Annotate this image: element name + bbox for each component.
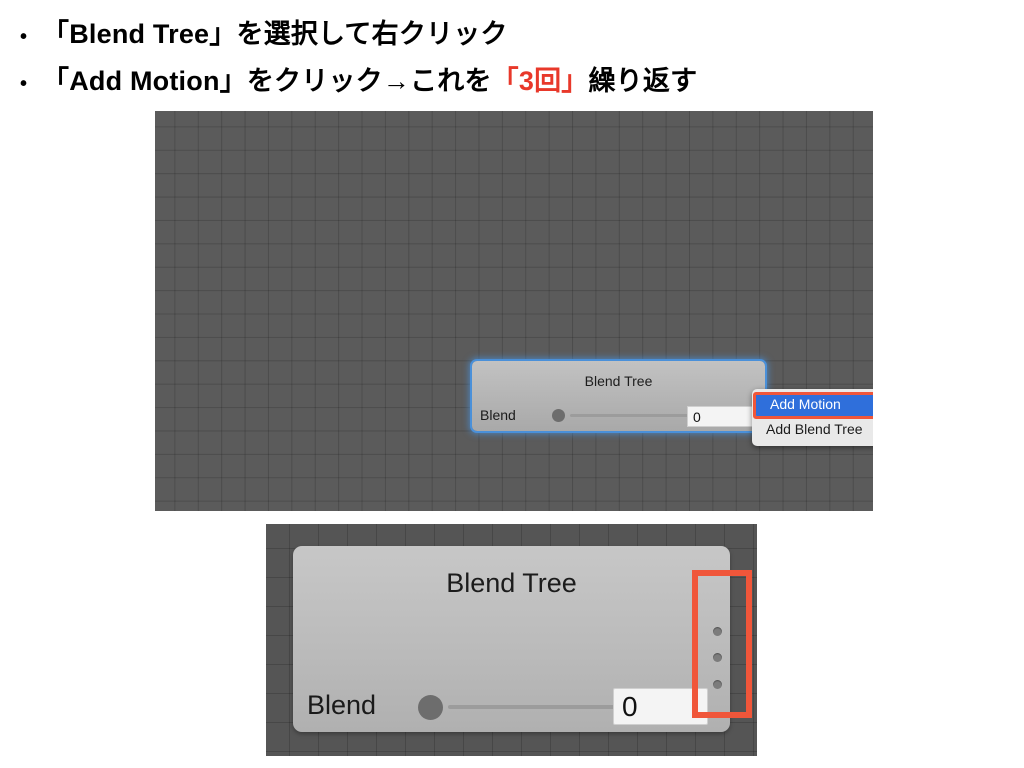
blend-tree-node-title-zoomed: Blend Tree <box>446 568 577 598</box>
blend-tree-node[interactable]: Blend Tree Blend 0 <box>472 361 765 431</box>
animator-graph-screenshot-bottom: Blend Tree Blend 0 <box>266 524 757 756</box>
bullet-item-1: • 「Blend Tree」を選択して右クリック <box>20 12 1000 59</box>
blend-parameter-row: Blend 0 <box>472 401 765 431</box>
bullet-marker-icon: • <box>20 73 28 95</box>
bullet-marker-icon: • <box>20 26 28 48</box>
context-menu[interactable]: Add Motion Add Blend Tree <box>752 389 873 446</box>
blend-slider-track[interactable] <box>570 414 702 417</box>
context-menu-item-add-motion[interactable]: Add Motion <box>756 392 873 417</box>
blend-slider-handle[interactable] <box>552 409 565 422</box>
animator-graph-screenshot-top: Blend Tree Blend 0 Add Motion Add Blend … <box>155 111 873 511</box>
blend-value-input-zoomed[interactable]: 0 <box>613 688 708 725</box>
blend-tree-node-zoomed[interactable]: Blend Tree Blend 0 <box>293 546 730 732</box>
bullet-text-2-post: 繰り返す <box>588 66 698 96</box>
blend-parameter-row-zoomed: Blend 0 <box>293 680 730 732</box>
bullet-text-2-accent: 「3回」 <box>491 66 589 96</box>
blend-tree-node-title: Blend Tree <box>584 373 653 389</box>
motion-slot-dot-1[interactable] <box>713 627 722 636</box>
blend-slider-track-zoomed[interactable] <box>448 705 628 709</box>
bullet-list: • 「Blend Tree」を選択して右クリック • 「Add Motion」を… <box>20 12 1000 106</box>
blend-parameter-label: Blend <box>480 407 516 423</box>
blend-slider-handle-zoomed[interactable] <box>418 695 443 720</box>
blend-parameter-label-zoomed: Blend <box>307 690 377 720</box>
context-menu-item-add-blend-tree[interactable]: Add Blend Tree <box>752 417 873 442</box>
motion-slot-dot-2[interactable] <box>713 653 722 662</box>
bullet-text-1: 「Blend Tree」を選択して右クリック <box>42 19 508 49</box>
bullet-text-2-pre: 「Add Motion」をクリック→これを <box>42 66 492 96</box>
bullet-item-2: • 「Add Motion」をクリック→これを「3回」繰り返す <box>20 59 1000 106</box>
